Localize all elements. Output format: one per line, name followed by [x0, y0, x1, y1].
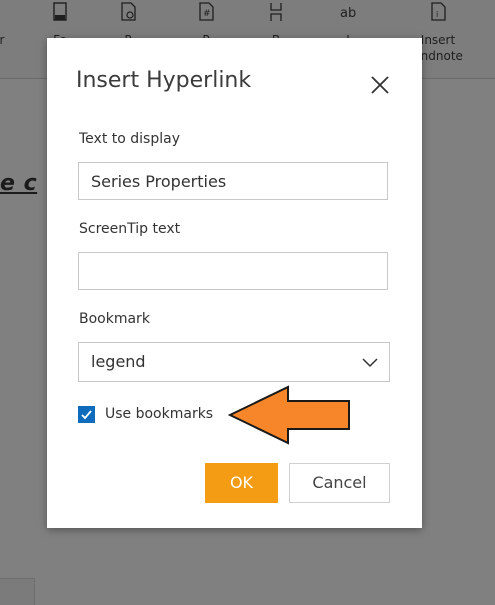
ok-button[interactable]: OK: [205, 463, 278, 503]
screentip-label: ScreenTip text: [79, 221, 181, 237]
ribbon-button[interactable]: r: [0, 0, 32, 48]
screentip-input[interactable]: [78, 252, 388, 290]
checkmark-icon: [81, 409, 92, 419]
chevron-down-icon: [362, 358, 378, 368]
text-to-display-label: Text to display: [79, 131, 180, 147]
settings-page-icon: [121, 2, 136, 21]
text-to-display-input[interactable]: [78, 162, 388, 200]
hash-page-icon: #: [199, 2, 214, 21]
ab-icon: ab: [340, 6, 356, 21]
svg-text:#: #: [203, 9, 211, 19]
svg-text:ab: ab: [340, 6, 356, 21]
close-icon[interactable]: [369, 74, 391, 96]
arrow-left-annotation: [228, 385, 350, 445]
svg-text:i: i: [436, 10, 438, 19]
bookmark-icon: [270, 3, 282, 21]
bookmark-label: Bookmark: [79, 311, 150, 327]
bookmark-select[interactable]: legend: [78, 342, 390, 382]
document-text: ie c: [0, 171, 38, 196]
status-corner: [0, 578, 35, 605]
document-icon: [53, 2, 67, 21]
insert-hyperlink-dialog: Insert Hyperlink Text to display ScreenT…: [47, 38, 422, 528]
cancel-button[interactable]: Cancel: [289, 463, 390, 503]
ribbon-button-label: r: [0, 33, 5, 47]
use-bookmarks-row[interactable]: Use bookmarks: [78, 402, 213, 426]
use-bookmarks-checkbox[interactable]: [78, 405, 95, 423]
dialog-title: Insert Hyperlink: [76, 68, 252, 93]
bookmark-selected-value: legend: [91, 352, 146, 371]
endnote-icon: i: [431, 2, 446, 21]
use-bookmarks-label: Use bookmarks: [105, 406, 214, 422]
